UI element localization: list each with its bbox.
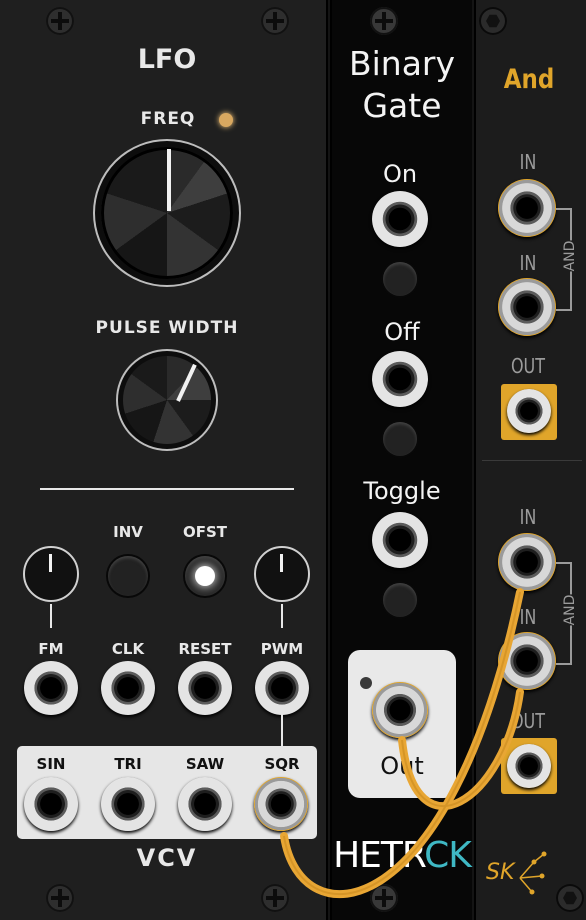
cable-out-to-and[interactable]	[398, 688, 524, 810]
patch-cables	[280, 588, 524, 899]
